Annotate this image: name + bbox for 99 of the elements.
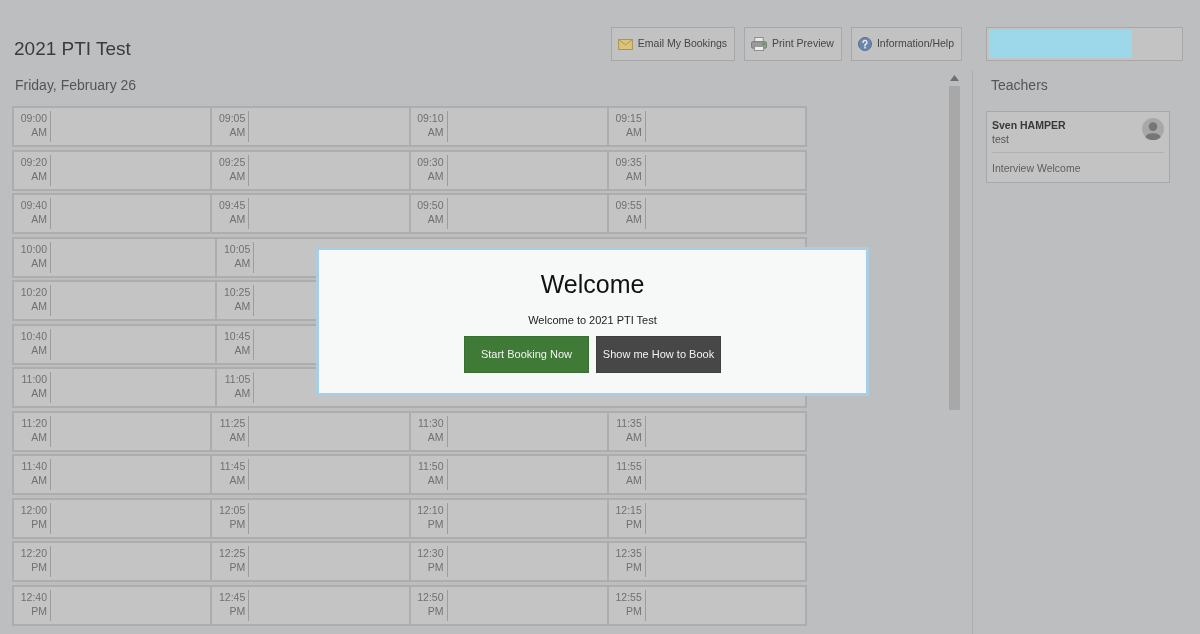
slot-time: 11:50 xyxy=(418,459,444,473)
slot-time: 09:20 xyxy=(20,154,47,169)
slot-period: AM xyxy=(31,125,47,139)
teacher-subject: test xyxy=(992,132,1010,146)
teacher-card[interactable]: Sven HAMPER test Interview Welcome xyxy=(986,111,1170,183)
slot-time: 09:30 xyxy=(417,154,444,169)
slot-time: 10:20 xyxy=(20,285,47,299)
slot-period: AM xyxy=(427,429,444,444)
slot-time: 11:05 xyxy=(224,372,251,386)
slot-period: PM xyxy=(427,560,444,574)
slot-time: 12:05 xyxy=(218,502,246,517)
slot-period: AM xyxy=(229,168,246,183)
slot-time: 11:55 xyxy=(616,459,642,473)
slot-period: AM xyxy=(626,125,642,139)
slot-time: 12:50 xyxy=(417,589,444,604)
avatar-icon xyxy=(1142,118,1164,140)
slot-period: PM xyxy=(229,560,246,574)
slot-period: AM xyxy=(626,473,642,487)
start-booking-button[interactable]: Start Booking Now xyxy=(464,336,589,373)
slot-time: 11:40 xyxy=(21,459,47,473)
slot-time: 12:20 xyxy=(20,546,47,560)
slot-period: AM xyxy=(234,386,251,400)
slot-time: 11:30 xyxy=(418,415,444,430)
slot-period: PM xyxy=(229,516,246,531)
envelope-icon xyxy=(617,38,633,50)
slot-time: 12:40 xyxy=(20,589,47,604)
slot-time: 11:25 xyxy=(219,415,246,430)
slot-period: AM xyxy=(31,473,47,487)
slot-time: 09:15 xyxy=(615,111,642,125)
slot-period: AM xyxy=(626,212,642,226)
slot-period: PM xyxy=(229,603,246,618)
slot-period: PM xyxy=(427,516,444,531)
slot-period: AM xyxy=(229,473,246,487)
slot-time: 09:05 xyxy=(218,111,246,125)
slot-period: AM xyxy=(229,429,246,444)
slot-period: AM xyxy=(31,386,47,400)
slot-period: AM xyxy=(427,168,444,183)
slot-period: AM xyxy=(427,473,444,487)
slot-period: AM xyxy=(31,168,47,183)
slot-time: 12:15 xyxy=(615,502,642,517)
schedule-date: Friday, February 26 xyxy=(15,77,138,94)
help-button[interactable]: Information/Help xyxy=(850,27,962,61)
slot-time: 12:35 xyxy=(615,546,642,560)
slot-period: PM xyxy=(31,516,47,531)
slot-period: AM xyxy=(427,212,444,226)
slot-time: 11:45 xyxy=(219,459,246,473)
email-bookings-button[interactable]: Email My Bookings xyxy=(610,27,736,61)
printer-icon xyxy=(751,37,768,51)
slot-time: 10:40 xyxy=(20,328,47,343)
help-icon xyxy=(857,37,872,51)
slot-time: 12:25 xyxy=(218,546,246,560)
slot-time: 10:05 xyxy=(223,241,251,256)
page-title: 2021 PTI Test xyxy=(14,37,132,60)
slot-period: AM xyxy=(427,125,444,139)
slot-time: 09:00 xyxy=(20,111,47,125)
slot-period: PM xyxy=(427,603,444,618)
slot-period: AM xyxy=(31,429,47,444)
slot-period: AM xyxy=(31,342,47,357)
slot-time: 12:45 xyxy=(218,589,246,604)
slot-period: PM xyxy=(626,560,642,574)
slot-period: AM xyxy=(31,212,47,226)
booking-guide-button[interactable]: Show me How to Book xyxy=(596,336,721,373)
scroll-up-icon[interactable] xyxy=(950,75,959,81)
slot-time: 12:30 xyxy=(417,546,444,560)
slot-time: 10:45 xyxy=(223,328,251,343)
slot-period: AM xyxy=(234,255,251,270)
slot-time: 11:20 xyxy=(21,415,47,430)
slot-time: 10:25 xyxy=(223,285,251,299)
slot-period: PM xyxy=(31,603,47,618)
slot-period: AM xyxy=(626,168,642,183)
slot-time: 09:10 xyxy=(417,111,444,125)
slot-time: 11:00 xyxy=(21,372,47,386)
slot-period: AM xyxy=(229,212,246,226)
slot-time: 12:10 xyxy=(417,502,444,517)
slot-time: 12:55 xyxy=(615,589,642,604)
slot-period: PM xyxy=(626,516,642,531)
slot-time: 09:50 xyxy=(417,198,444,212)
slot-time: 09:25 xyxy=(218,154,246,169)
slot-period: PM xyxy=(626,603,642,618)
slot-period: AM xyxy=(626,429,642,444)
slot-time: 09:55 xyxy=(615,198,642,212)
slot-period: AM xyxy=(234,342,251,357)
slot-time: 09:35 xyxy=(615,154,642,169)
teacher-name: Sven HAMPER xyxy=(992,118,1066,132)
slot-time: 12:00 xyxy=(20,502,47,517)
slot-period: AM xyxy=(229,125,246,139)
slot-time: 09:45 xyxy=(218,198,246,212)
print-preview-button[interactable]: Print Preview xyxy=(744,27,842,61)
dialog-title: Welcome xyxy=(539,269,646,299)
slot-period: PM xyxy=(31,560,47,574)
slot-period: AM xyxy=(31,299,47,313)
dialog-message: Welcome to 2021 PTI Test xyxy=(527,313,658,327)
teacher-note: Interview Welcome xyxy=(992,161,1082,175)
slot-time: 09:40 xyxy=(20,198,47,212)
slot-time: 10:00 xyxy=(20,241,47,256)
slot-period: AM xyxy=(234,299,251,313)
slot-time: 11:35 xyxy=(616,415,642,430)
slot-period: AM xyxy=(31,255,47,270)
sidebar-heading: Teachers xyxy=(991,77,1049,94)
